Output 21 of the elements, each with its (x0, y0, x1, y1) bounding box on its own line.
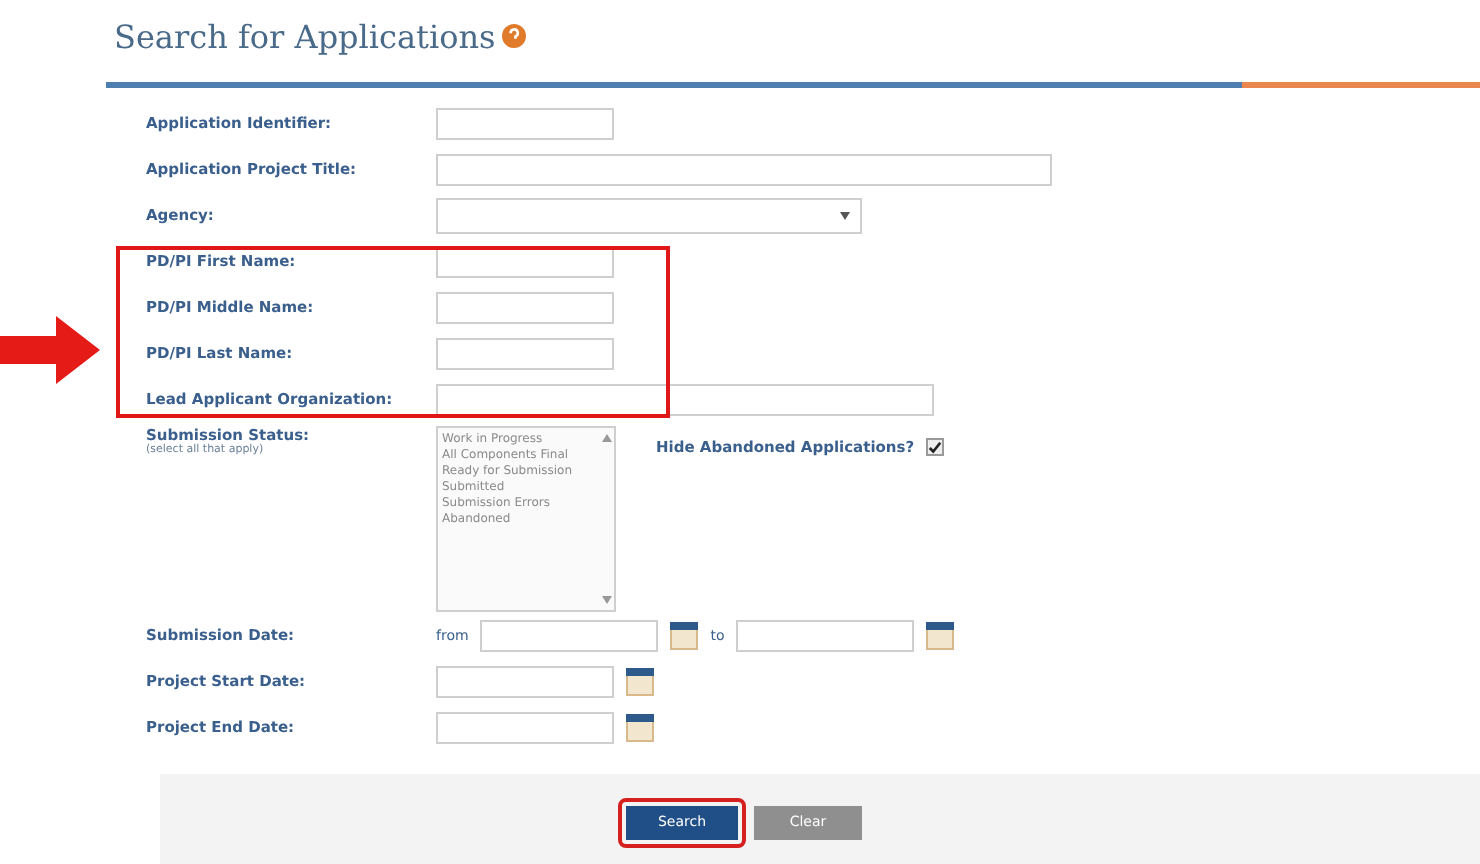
date-field[interactable] (436, 711, 614, 743)
input-field[interactable] (436, 383, 934, 415)
calendar-icon[interactable] (626, 713, 654, 741)
page-title: Search for Applications (114, 17, 496, 55)
date-field[interactable] (436, 665, 614, 697)
input-field[interactable] (436, 107, 614, 139)
input-field[interactable] (436, 291, 614, 323)
calendar-icon[interactable] (670, 621, 699, 649)
checkbox[interactable] (926, 438, 945, 456)
input-field[interactable] (436, 337, 614, 369)
scroll-down-icon[interactable] (601, 596, 611, 604)
help-icon[interactable] (501, 24, 526, 48)
calendar-icon[interactable] (926, 621, 955, 649)
caret-icon (840, 211, 850, 219)
arrow-icon (0, 316, 100, 384)
scroll-up-icon[interactable] (601, 434, 611, 442)
calendar-icon[interactable] (626, 667, 654, 695)
agency-dropdown[interactable] (436, 197, 862, 233)
date-field[interactable] (480, 619, 659, 651)
date-field[interactable] (736, 619, 915, 651)
input-field[interactable] (436, 153, 1052, 185)
